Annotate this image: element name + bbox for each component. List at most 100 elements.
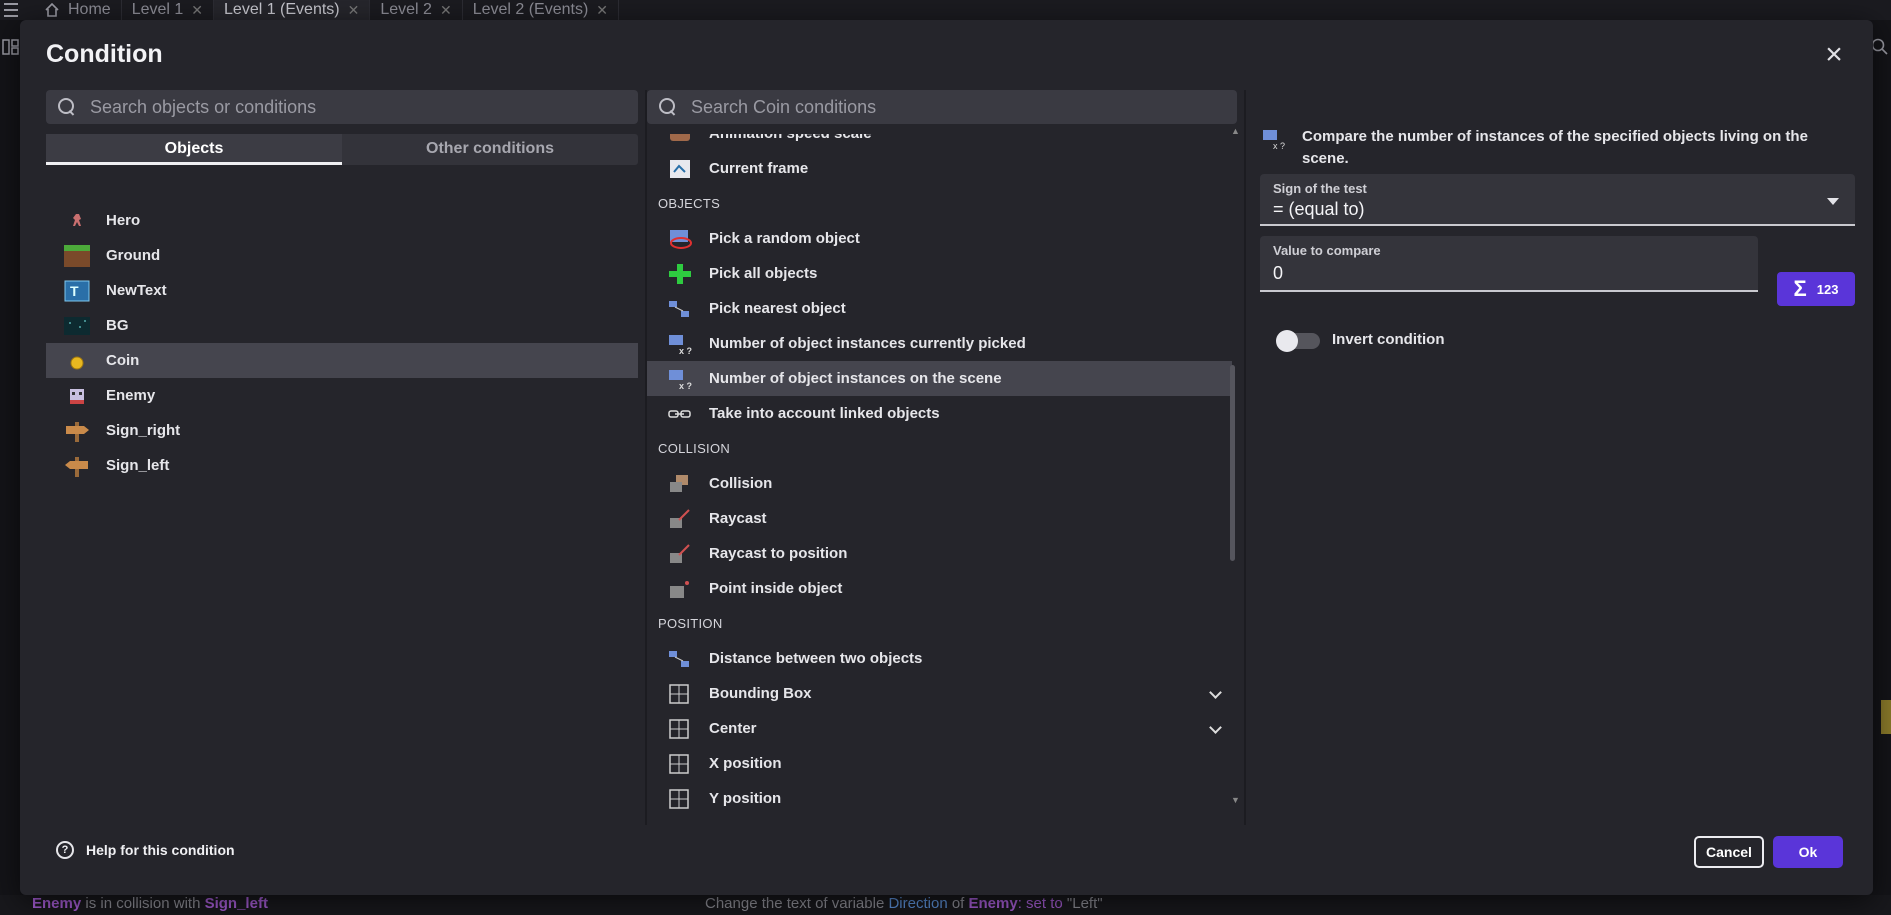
- tab-level-2[interactable]: Level 2 ✕: [370, 0, 463, 20]
- chevron-down-icon[interactable]: [1209, 721, 1222, 734]
- object-sign-left[interactable]: Sign_left: [46, 448, 638, 483]
- field-value: 0: [1273, 263, 1284, 283]
- field-label: Sign of the test: [1273, 181, 1367, 196]
- condition-raycast-to-position[interactable]: Raycast to position: [647, 536, 1232, 571]
- svg-text:x ?: x ?: [1273, 141, 1285, 150]
- condition-list-scrollbar[interactable]: [1230, 365, 1235, 561]
- panels-icon[interactable]: [2, 38, 20, 56]
- condition-label: Pick a random object: [709, 230, 860, 247]
- search-icon[interactable]: [1871, 38, 1889, 56]
- sign-right-icon: [64, 420, 90, 442]
- tab-level-1[interactable]: Level 1 ✕: [122, 0, 215, 20]
- text-object-icon: T: [64, 280, 90, 302]
- home-icon: [45, 3, 59, 17]
- close-tab-icon[interactable]: ✕: [440, 2, 452, 19]
- condition-instances-on-scene[interactable]: x ? Number of object instances on the sce…: [647, 361, 1232, 396]
- scroll-down-icon[interactable]: ▼: [1231, 795, 1240, 805]
- condition-y-position[interactable]: Y position: [647, 781, 1232, 816]
- object-search-input[interactable]: Search objects or conditions: [46, 90, 638, 124]
- condition-current-frame[interactable]: Current frame: [647, 151, 1232, 186]
- condition-instances-picked[interactable]: x ? Number of object instances currently …: [647, 326, 1232, 361]
- nearest-object-icon: [667, 298, 693, 320]
- tab-home[interactable]: Home: [34, 0, 122, 20]
- condition-label: Current frame: [709, 160, 809, 177]
- chevron-down-icon[interactable]: [1209, 686, 1222, 699]
- object-coin[interactable]: Coin: [46, 343, 638, 378]
- condition-pick-all-objects[interactable]: Pick all objects: [647, 256, 1232, 291]
- condition-label: Pick nearest object: [709, 300, 846, 317]
- condition-label: X position: [709, 755, 782, 772]
- scroll-marker: [1881, 700, 1891, 734]
- dialog-title: Condition: [46, 40, 163, 68]
- value-to-compare-input[interactable]: Value to compare 0: [1260, 236, 1758, 292]
- help-icon: ?: [56, 841, 74, 859]
- object-label: NewText: [106, 282, 167, 299]
- condition-x-position[interactable]: X position: [647, 746, 1232, 781]
- object-ground[interactable]: Ground: [46, 238, 638, 273]
- background-toolbar: [0, 20, 20, 915]
- tab-level-2-events[interactable]: Level 2 (Events) ✕: [463, 0, 620, 20]
- object-hero[interactable]: Hero: [46, 203, 638, 238]
- object-label: Hero: [106, 212, 141, 229]
- field-label: Value to compare: [1273, 243, 1381, 258]
- scroll-up-icon[interactable]: ▲: [1231, 126, 1240, 136]
- condition-bounding-box[interactable]: Bounding Box: [647, 676, 1232, 711]
- tab-level-1-events[interactable]: Level 1 (Events) ✕: [214, 0, 371, 20]
- enemy-sprite-icon: [64, 385, 90, 407]
- distance-icon: [667, 648, 693, 670]
- count-icon: x ?: [1261, 128, 1287, 151]
- condition-animation-speed-scale[interactable]: Animation speed scale: [647, 134, 1232, 151]
- tab-label: Level 2 (Events): [472, 1, 589, 18]
- condition-distance-between-objects[interactable]: Distance between two objects: [647, 641, 1232, 676]
- help-link[interactable]: ? Help for this condition: [56, 841, 235, 859]
- tab-objects[interactable]: Objects: [46, 134, 342, 165]
- condition-pick-random-object[interactable]: Pick a random object: [647, 221, 1232, 256]
- condition-collision[interactable]: Collision: [647, 466, 1232, 501]
- object-enemy[interactable]: Enemy: [46, 378, 638, 413]
- close-tab-icon[interactable]: ✕: [191, 2, 203, 19]
- condition-pick-nearest-object[interactable]: Pick nearest object: [647, 291, 1232, 326]
- condition-center[interactable]: Center: [647, 711, 1232, 746]
- object-label: Ground: [106, 247, 161, 264]
- collision-icon: [667, 473, 693, 495]
- tab-label: Level 1: [131, 1, 184, 18]
- condition-label: Y position: [709, 790, 782, 807]
- close-tab-icon[interactable]: ✕: [348, 2, 360, 19]
- expression-editor-button[interactable]: Σ 123: [1777, 272, 1855, 306]
- menu-icon[interactable]: [0, 0, 34, 20]
- close-tab-icon[interactable]: ✕: [596, 2, 608, 19]
- svg-text:x ?: x ?: [679, 346, 692, 355]
- condition-linked-objects[interactable]: Take into account linked objects: [647, 396, 1232, 431]
- condition-label: Animation speed scale: [709, 134, 872, 142]
- sigma-icon: Σ: [1793, 276, 1807, 301]
- ground-tile-icon: [64, 244, 90, 267]
- condition-label: Number of object instances on the scene: [709, 370, 1002, 387]
- object-label: Enemy: [106, 387, 156, 404]
- section-header-position: POSITION: [658, 616, 723, 631]
- object-newtext[interactable]: T NewText: [46, 273, 638, 308]
- close-icon[interactable]: ×: [1821, 40, 1847, 70]
- object-sign-right[interactable]: Sign_right: [46, 413, 638, 448]
- condition-label: Center: [709, 720, 757, 737]
- condition-point-inside-object[interactable]: Point inside object: [647, 571, 1232, 606]
- condition-label: Bounding Box: [709, 685, 812, 702]
- ok-button[interactable]: Ok: [1773, 836, 1843, 868]
- field-value: = (equal to): [1273, 199, 1365, 219]
- tab-other-conditions[interactable]: Other conditions: [342, 134, 638, 165]
- condition-search-input[interactable]: Search Coin conditions: [647, 90, 1237, 124]
- invert-condition-toggle[interactable]: [1276, 330, 1320, 352]
- section-header-collision: COLLISION: [658, 441, 731, 456]
- condition-raycast[interactable]: Raycast: [647, 501, 1232, 536]
- coin-icon: [64, 350, 90, 372]
- tab-label: Level 1 (Events): [224, 1, 340, 18]
- grid-icon: [667, 753, 693, 775]
- object-tabs: Objects Other conditions: [46, 134, 638, 165]
- sign-of-test-select[interactable]: Sign of the test = (equal to): [1260, 174, 1855, 226]
- cancel-button[interactable]: Cancel: [1694, 836, 1764, 868]
- help-label: Help for this condition: [86, 842, 235, 858]
- grid-icon: [667, 683, 693, 705]
- panel-divider: [1244, 90, 1246, 825]
- event-action-text: Change the text of variable Direction of…: [705, 895, 1103, 912]
- object-bg[interactable]: BG: [46, 308, 638, 343]
- search-icon: [659, 98, 677, 116]
